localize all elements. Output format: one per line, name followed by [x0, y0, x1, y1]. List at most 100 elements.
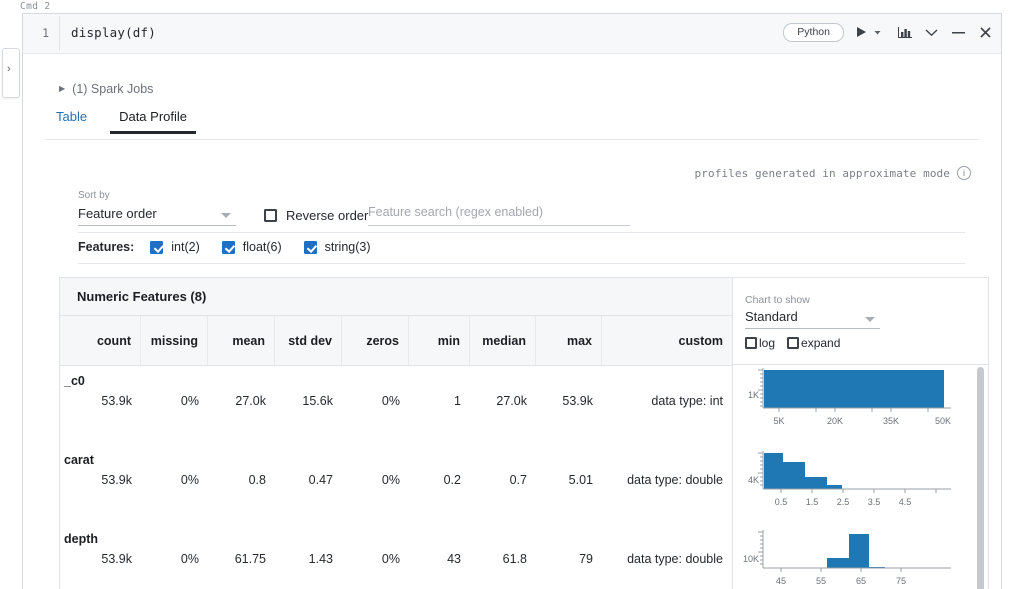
result-tabs: Table Data Profile [56, 109, 199, 134]
column-header-missing[interactable]: missing [141, 316, 208, 365]
filter-int[interactable]: int(2) [150, 240, 199, 254]
features-divider-top [78, 232, 965, 233]
cell-missing: 0% [141, 471, 208, 489]
caret-down-icon[interactable] [870, 22, 885, 42]
column-header-zeros[interactable]: zeros [342, 316, 409, 365]
histogram-carat[interactable]: 4K [733, 443, 989, 522]
cell-count: 53.9k [60, 471, 141, 489]
cell-missing: 0% [141, 550, 208, 568]
sort-by-select[interactable]: Feature order [78, 204, 236, 226]
expand-option[interactable]: expand [787, 336, 840, 350]
feature-search-field[interactable] [368, 204, 630, 226]
table-row: carat 53.9k 0% 0.8 0.47 0% 0.2 0.7 5.01 … [60, 445, 732, 524]
sidebar-expand-handle[interactable]: › [2, 48, 20, 98]
svg-text:5K: 5K [773, 416, 784, 426]
filter-int-checkbox[interactable] [150, 241, 163, 254]
cell-min: 1 [409, 392, 470, 410]
cell-max: 79 [536, 550, 602, 568]
feature-type-filters: Features: int(2) float(6) string(3) [78, 240, 393, 254]
histogram-depth[interactable]: 10K [733, 522, 989, 589]
approximate-mode-note: profiles generated in approximate mode i [695, 166, 971, 180]
cell-max: 53.9k [536, 392, 602, 410]
tab-table[interactable]: Table [56, 109, 107, 134]
minus-icon[interactable] [951, 22, 966, 42]
run-triangle-icon[interactable] [854, 22, 869, 42]
log-option[interactable]: log [745, 336, 775, 350]
svg-text:1K: 1K [748, 390, 759, 400]
chart-to-show-select[interactable]: Standard [745, 308, 880, 329]
filter-float-checkbox[interactable] [222, 241, 235, 254]
cell-missing: 0% [141, 392, 208, 410]
svg-text:10K: 10K [743, 554, 759, 564]
svg-text:3.5: 3.5 [868, 497, 881, 507]
cell-median: 27.0k [470, 392, 536, 410]
bar-chart-icon[interactable] [897, 22, 912, 42]
svg-text:4.5: 4.5 [899, 497, 912, 507]
features-label: Features: [78, 240, 134, 254]
column-header-custom[interactable]: custom [602, 316, 732, 365]
language-badge[interactable]: Python [783, 23, 844, 42]
caret-down-icon [865, 317, 875, 322]
cell-count: 53.9k [60, 550, 141, 568]
cell-min: 0.2 [409, 471, 470, 489]
expand-checkbox[interactable] [787, 337, 799, 349]
filter-string-checkbox[interactable] [304, 241, 317, 254]
cell-median: 0.7 [470, 471, 536, 489]
close-x-icon[interactable] [978, 22, 993, 42]
features-divider-bottom [78, 263, 965, 264]
chevron-down-icon[interactable] [924, 22, 939, 42]
numeric-features-panel: Numeric Features (8) Chart to show Stand… [59, 277, 989, 589]
reverse-order-label: Reverse order [286, 208, 368, 223]
svg-text:55: 55 [816, 576, 826, 586]
cell-median: 61.8 [470, 550, 536, 568]
cell-count: 53.9k [60, 392, 141, 410]
column-header-mean[interactable]: mean [208, 316, 275, 365]
cell-std-dev: 0.47 [275, 471, 342, 489]
svg-text:35K: 35K [883, 416, 899, 426]
table-row: depth 53.9k 0% 61.75 1.43 0% 43 61.8 79 … [60, 524, 732, 589]
histogram-c0[interactable]: 1K [733, 364, 989, 443]
reverse-order-control[interactable]: Reverse order [264, 208, 368, 223]
cell-custom: data type: double [602, 471, 732, 489]
expand-label: expand [801, 336, 840, 350]
spark-jobs-row[interactable]: ▶ (1) Spark Jobs [59, 82, 153, 96]
filter-string[interactable]: string(3) [304, 240, 371, 254]
log-checkbox[interactable] [745, 337, 757, 349]
line-number: 1 [35, 26, 49, 40]
chart-to-show-label: Chart to show [745, 294, 810, 306]
triangle-right-icon[interactable]: ▶ [59, 85, 65, 93]
cmd-label: Cmd2 [20, 1, 56, 12]
cell-toolbar: Python [783, 22, 993, 42]
cell-mean: 27.0k [208, 392, 275, 410]
svg-text:2.5: 2.5 [837, 497, 850, 507]
svg-text:65: 65 [856, 576, 866, 586]
info-circle-icon[interactable]: i [957, 166, 971, 180]
column-header-min[interactable]: min [409, 316, 470, 365]
charts-scrollbar-thumb[interactable] [977, 367, 984, 589]
svg-text:4K: 4K [748, 475, 759, 485]
filter-float[interactable]: float(6) [222, 240, 282, 254]
feature-name: _c0 [64, 374, 85, 388]
filter-int-label: int(2) [171, 240, 199, 254]
code-line[interactable]: display(df) [71, 25, 156, 40]
column-header-median[interactable]: median [470, 316, 536, 365]
column-header-count[interactable]: count [60, 316, 141, 365]
log-label: log [759, 336, 775, 350]
column-header-max[interactable]: max [536, 316, 602, 365]
sort-controls: Sort by Feature order Reverse order [78, 190, 965, 224]
cell-custom: data type: double [602, 550, 732, 568]
feature-search-input[interactable] [368, 205, 630, 219]
histogram-column: 1K [732, 364, 989, 589]
tab-data-profile[interactable]: Data Profile [107, 109, 199, 134]
sort-by-value: Feature order [78, 206, 157, 221]
chevron-right-icon: › [7, 64, 11, 75]
cell-mean: 61.75 [208, 550, 275, 568]
svg-text:20K: 20K [827, 416, 843, 426]
column-header-std-dev[interactable]: std dev [275, 316, 342, 365]
svg-text:50K: 50K [935, 416, 951, 426]
reverse-order-checkbox[interactable] [264, 209, 277, 222]
left-rail: › [0, 0, 22, 589]
databricks-notebook-screen: › Cmd2 1 display(df) Python [0, 0, 1024, 589]
svg-text:1.5: 1.5 [806, 497, 819, 507]
cell-custom: data type: int [602, 392, 732, 410]
